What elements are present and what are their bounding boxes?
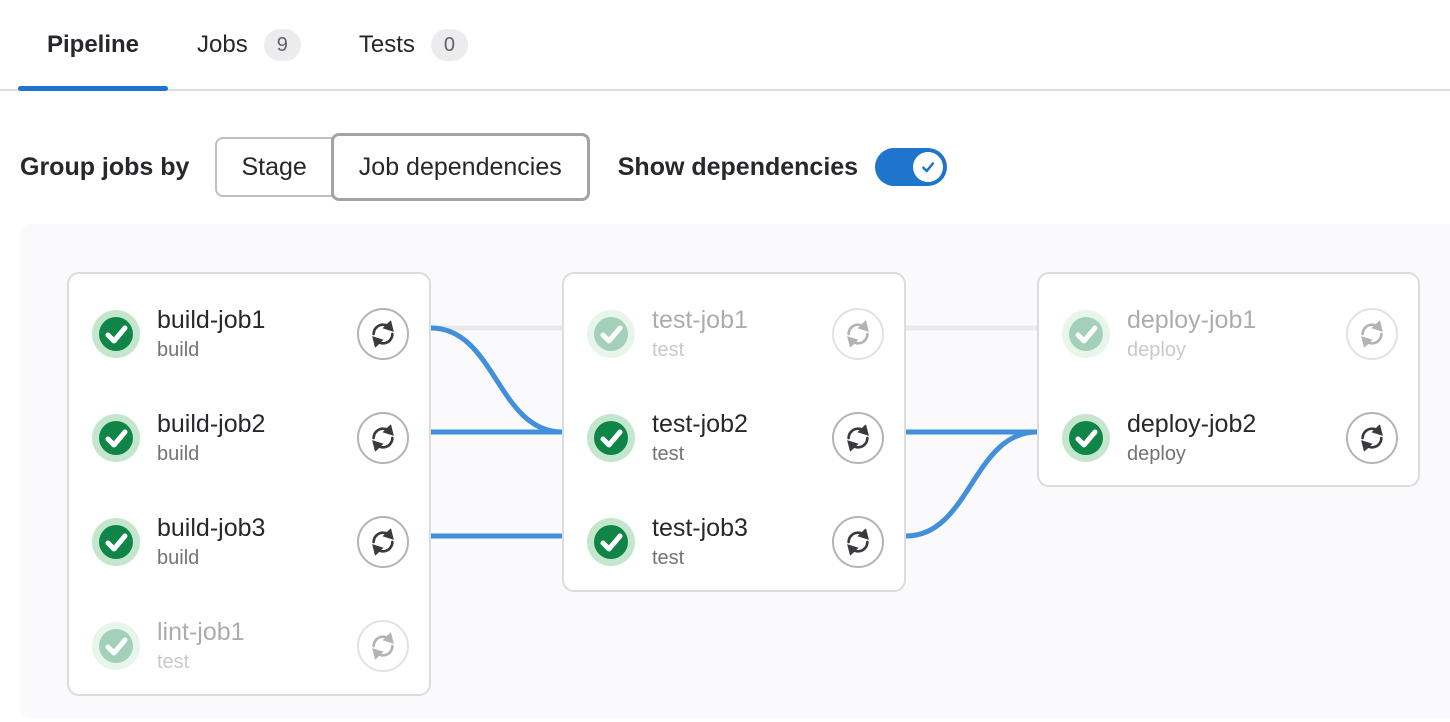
job-link-test-job2[interactable]: test-job2 test <box>587 410 832 466</box>
status-success-icon <box>92 622 140 670</box>
job-name: deploy-job2 <box>1127 410 1256 439</box>
retry-job-button[interactable] <box>832 516 884 568</box>
job-link-build-job2[interactable]: build-job2 build <box>92 410 357 466</box>
retry-icon <box>368 423 398 453</box>
retry-icon <box>1357 319 1387 349</box>
job-name: build-job1 <box>157 306 265 335</box>
job-stage: test <box>652 338 748 362</box>
job-stage: test <box>652 442 748 466</box>
job-link-test-job1[interactable]: test-job1 test <box>587 306 832 362</box>
retry-icon <box>1357 423 1387 453</box>
job-row: build-job3 build <box>92 490 409 594</box>
job-group-column-build: build-job1 build build-job2 build <box>67 272 431 696</box>
job-row: build-job1 build <box>92 282 409 386</box>
job-name: deploy-job1 <box>1127 306 1256 335</box>
job-group-column-deploy: deploy-job1 deploy deploy-job2 deploy <box>1037 272 1420 487</box>
job-name: test-job1 <box>652 306 748 335</box>
job-stage: deploy <box>1127 338 1256 362</box>
retry-job-button[interactable] <box>357 412 409 464</box>
status-success-icon <box>1062 310 1110 358</box>
tab-jobs-label: Jobs <box>197 31 248 59</box>
tab-pipeline-label: Pipeline <box>47 31 139 59</box>
dependency-link <box>906 432 1037 536</box>
tab-tests-label: Tests <box>359 31 415 59</box>
job-link-build-job3[interactable]: build-job3 build <box>92 514 357 570</box>
job-group-column-test: test-job1 test test-job2 test <box>562 272 906 592</box>
job-row: build-job2 build <box>92 386 409 490</box>
status-success-icon <box>587 518 635 566</box>
group-jobs-by-segmented-control: Stage Job dependencies <box>215 133 589 201</box>
status-success-icon <box>1062 414 1110 462</box>
job-link-lint-job1[interactable]: lint-job1 test <box>92 618 357 674</box>
pipeline-tab-bar: Pipeline Jobs 9 Tests 0 <box>0 0 1450 91</box>
retry-icon <box>843 423 873 453</box>
job-row: lint-job1 test <box>92 594 409 698</box>
job-stage: build <box>157 546 265 570</box>
group-jobs-by-label: Group jobs by <box>20 153 189 182</box>
pipeline-graph-panel: build-job1 build build-job2 build <box>20 224 1450 718</box>
job-row: deploy-job1 deploy <box>1062 282 1398 386</box>
retry-job-button[interactable] <box>357 620 409 672</box>
jobs-count-badge: 9 <box>264 29 301 61</box>
job-name: lint-job1 <box>157 618 245 647</box>
retry-icon <box>368 527 398 557</box>
tab-pipeline[interactable]: Pipeline <box>18 0 168 89</box>
job-link-deploy-job2[interactable]: deploy-job2 deploy <box>1062 410 1346 466</box>
job-stage: test <box>157 650 245 674</box>
job-link-test-job3[interactable]: test-job3 test <box>587 514 832 570</box>
show-dependencies-label: Show dependencies <box>618 153 858 182</box>
status-success-icon <box>92 414 140 462</box>
retry-icon <box>843 527 873 557</box>
job-link-build-job1[interactable]: build-job1 build <box>92 306 357 362</box>
job-row: deploy-job2 deploy <box>1062 386 1398 490</box>
job-name: test-job2 <box>652 410 748 439</box>
check-icon <box>919 158 937 176</box>
status-success-icon <box>92 310 140 358</box>
job-stage: build <box>157 338 265 362</box>
job-stage: deploy <box>1127 442 1256 466</box>
status-success-icon <box>587 310 635 358</box>
job-link-deploy-job1[interactable]: deploy-job1 deploy <box>1062 306 1346 362</box>
show-dependencies-toggle[interactable] <box>875 148 947 186</box>
retry-job-button[interactable] <box>1346 412 1398 464</box>
retry-job-button[interactable] <box>357 308 409 360</box>
dependency-link <box>431 328 562 432</box>
group-by-stage-button[interactable]: Stage <box>215 137 332 197</box>
job-row: test-job3 test <box>587 490 884 594</box>
tab-tests[interactable]: Tests 0 <box>330 0 497 89</box>
retry-job-button[interactable] <box>832 412 884 464</box>
job-row: test-job1 test <box>587 282 884 386</box>
job-name: build-job3 <box>157 514 265 543</box>
retry-job-button[interactable] <box>1346 308 1398 360</box>
group-by-job-dependencies-button[interactable]: Job dependencies <box>331 133 590 201</box>
job-stage: test <box>652 546 748 570</box>
tests-count-badge: 0 <box>431 29 468 61</box>
toggle-knob <box>913 152 943 182</box>
job-row: test-job2 test <box>587 386 884 490</box>
graph-controls: Group jobs by Stage Job dependencies Sho… <box>20 135 1450 199</box>
tab-jobs[interactable]: Jobs 9 <box>168 0 330 89</box>
status-success-icon <box>587 414 635 462</box>
retry-icon <box>843 319 873 349</box>
retry-icon <box>368 631 398 661</box>
job-name: test-job3 <box>652 514 748 543</box>
job-stage: build <box>157 442 265 466</box>
retry-job-button[interactable] <box>357 516 409 568</box>
retry-job-button[interactable] <box>832 308 884 360</box>
job-name: build-job2 <box>157 410 265 439</box>
retry-icon <box>368 319 398 349</box>
status-success-icon <box>92 518 140 566</box>
